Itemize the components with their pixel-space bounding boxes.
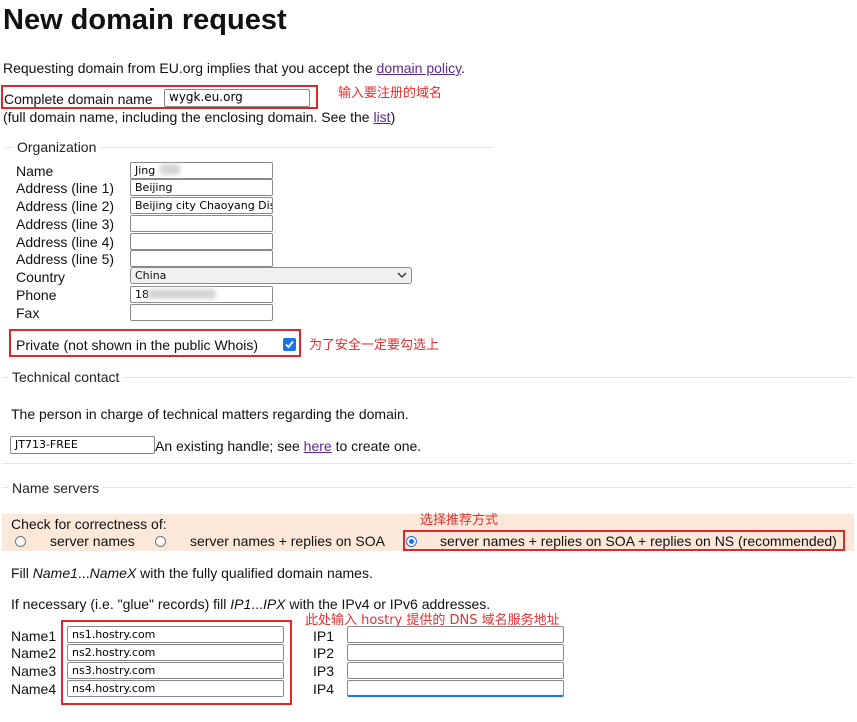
annotation-recommend: 选择推荐方式 bbox=[420, 513, 499, 528]
org-address2-label: Address (line 2) bbox=[16, 198, 115, 214]
check-option-names-label: server names bbox=[50, 533, 135, 549]
page-title: New domain request bbox=[3, 4, 287, 36]
check-option-soa-label: server names + replies on SOA bbox=[190, 533, 385, 549]
fill-text-3: ... bbox=[77, 565, 90, 581]
glue-text-2: IP1 bbox=[230, 596, 252, 612]
org-address5-label: Address (line 5) bbox=[16, 251, 115, 267]
name3-input[interactable]: ns3.hostry.com bbox=[67, 662, 284, 679]
glue-text-4: IPX bbox=[262, 596, 286, 612]
annotation-private: 为了安全一定要勾选上 bbox=[309, 338, 440, 353]
domain-list-link[interactable]: list bbox=[373, 109, 390, 125]
phone-label: Phone bbox=[16, 287, 57, 303]
radio-selected-icon[interactable] bbox=[406, 536, 417, 547]
check-option-names-radio[interactable] bbox=[15, 536, 26, 547]
chevron-down-icon bbox=[397, 269, 407, 285]
ip2-label: IP2 bbox=[313, 645, 335, 661]
org-address2-input[interactable]: Beijing city Chaoyang Dist bbox=[130, 197, 273, 214]
create-handle-link[interactable]: here bbox=[304, 438, 332, 454]
glue-text-3: ... bbox=[251, 596, 263, 612]
intro-text: Requesting domain from EU.org implies th… bbox=[3, 60, 465, 76]
domain-policy-link[interactable]: domain policy bbox=[377, 60, 462, 76]
nameservers-fieldset-top bbox=[2, 463, 854, 464]
country-label: Country bbox=[16, 269, 66, 285]
name3-label: Name3 bbox=[11, 663, 57, 679]
org-name-input[interactable]: Jing bbox=[130, 162, 273, 179]
country-select-value: China bbox=[135, 269, 167, 282]
handle-help-after: to create one. bbox=[331, 438, 422, 454]
intro-text-after: . bbox=[461, 60, 465, 76]
technical-description: The person in charge of technical matter… bbox=[11, 406, 409, 422]
org-name-label: Name bbox=[16, 163, 54, 179]
checkbox-checked-icon bbox=[285, 340, 294, 349]
org-address5-input[interactable] bbox=[130, 250, 273, 267]
org-address3-label: Address (line 3) bbox=[16, 216, 115, 232]
redaction-blur bbox=[148, 289, 216, 299]
technical-fieldset-border bbox=[2, 377, 854, 378]
fax-label: Fax bbox=[16, 305, 40, 321]
check-option-ns-label: server names + replies on SOA + replies … bbox=[440, 533, 837, 549]
fill-text-4: NameX bbox=[89, 565, 137, 581]
handle-help-before: An existing handle; see bbox=[155, 438, 304, 454]
organization-legend: Organization bbox=[13, 139, 101, 155]
intro-text-before: Requesting domain from EU.org implies th… bbox=[3, 60, 377, 76]
country-select[interactable]: China bbox=[130, 267, 412, 284]
fill-instructions: Fill Name1...NameX with the fully qualif… bbox=[11, 565, 373, 581]
technical-handle-input[interactable]: JT713-FREE bbox=[10, 436, 155, 454]
fill-text-1: Fill bbox=[11, 565, 33, 581]
org-address4-input[interactable] bbox=[130, 233, 273, 250]
check-option-soa-radio[interactable] bbox=[155, 536, 166, 547]
domain-help: (full domain name, including the enclosi… bbox=[3, 109, 395, 125]
private-label: Private (not shown in the public Whois) bbox=[16, 337, 258, 353]
name2-input[interactable]: ns2.hostry.com bbox=[67, 644, 284, 661]
redaction-blur bbox=[160, 164, 180, 175]
name4-input[interactable]: ns4.hostry.com bbox=[67, 680, 284, 697]
domain-help-before: (full domain name, including the enclosi… bbox=[3, 109, 374, 125]
fill-text-5: with the fully qualified domain names. bbox=[136, 565, 373, 581]
org-address3-input[interactable] bbox=[130, 215, 273, 232]
technical-handle-help: An existing handle; see here to create o… bbox=[155, 438, 421, 454]
domain-input[interactable]: wygk.eu.org bbox=[164, 89, 310, 107]
org-address1-input[interactable]: Beijing bbox=[130, 179, 273, 196]
nameservers-legend: Name servers bbox=[8, 480, 104, 496]
fill-text-2: Name1 bbox=[32, 565, 78, 581]
private-checkbox[interactable] bbox=[283, 338, 296, 351]
technical-legend: Technical contact bbox=[8, 369, 124, 385]
ip1-label: IP1 bbox=[313, 628, 335, 644]
nameservers-fieldset-border bbox=[2, 487, 854, 488]
name1-input[interactable]: ns1.hostry.com bbox=[67, 626, 284, 643]
check-label: Check for correctness of: bbox=[11, 516, 167, 532]
name2-label: Name2 bbox=[11, 645, 57, 661]
domain-label: Complete domain name bbox=[4, 91, 153, 107]
domain-help-after: ) bbox=[390, 109, 396, 125]
annotation-domain: 输入要注册的域名 bbox=[338, 86, 443, 101]
ip2-input[interactable] bbox=[347, 644, 564, 661]
name4-label: Name4 bbox=[11, 681, 57, 697]
glue-text-1: If necessary (i.e. "glue" records) fill bbox=[11, 596, 231, 612]
ip4-label: IP4 bbox=[313, 681, 335, 697]
ip1-input[interactable] bbox=[347, 626, 564, 643]
name1-label: Name1 bbox=[11, 628, 57, 644]
org-address1-label: Address (line 1) bbox=[16, 180, 115, 196]
org-address4-label: Address (line 4) bbox=[16, 234, 115, 250]
ip3-label: IP3 bbox=[313, 663, 335, 679]
fax-input[interactable] bbox=[130, 304, 273, 321]
ip4-input[interactable] bbox=[347, 680, 564, 697]
ip3-input[interactable] bbox=[347, 662, 564, 679]
